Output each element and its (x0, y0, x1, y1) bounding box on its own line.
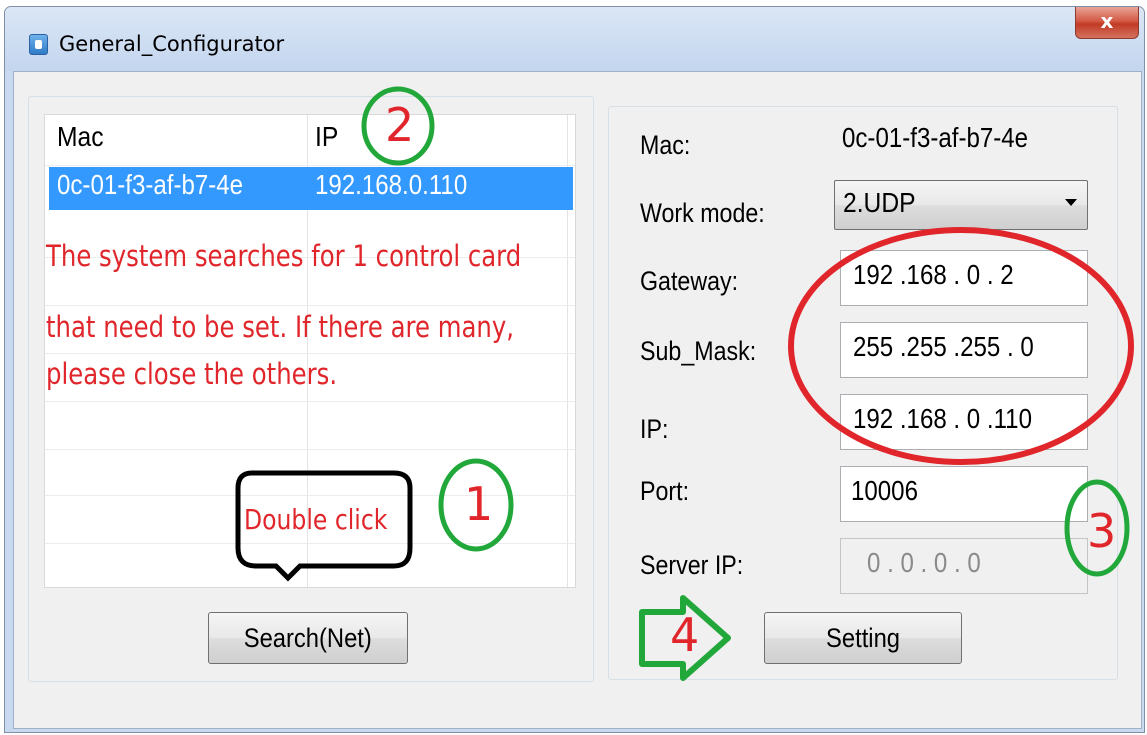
double-click-annotation: Double click (244, 503, 388, 536)
step-1-number: 1 (464, 477, 494, 531)
step-4-number: 4 (670, 608, 700, 662)
step-3-number: 3 (1087, 504, 1117, 558)
annotation-overlay (235, 86, 1134, 681)
step-2-number: 2 (385, 98, 415, 152)
highlight-ellipse (788, 227, 1134, 465)
